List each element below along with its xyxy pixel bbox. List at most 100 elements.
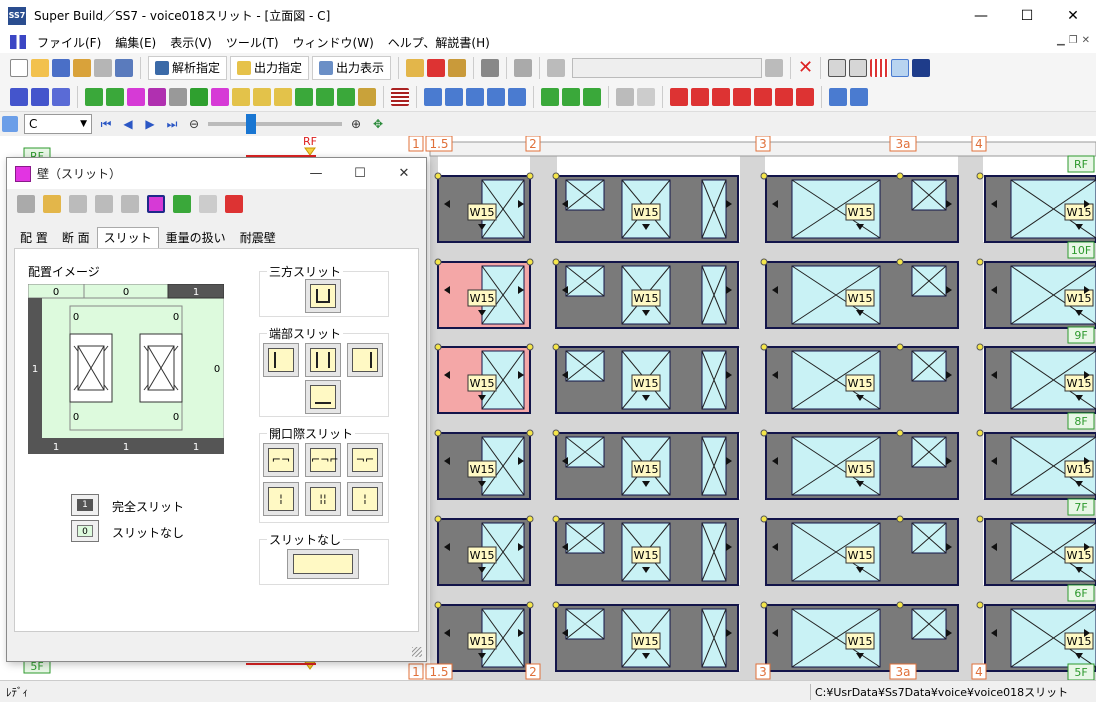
frame-icon[interactable]: [10, 87, 28, 106]
grid-icon[interactable]: [870, 58, 889, 77]
tab-shear-wall[interactable]: 耐震壁: [233, 227, 283, 248]
tab-section[interactable]: 断 面: [55, 227, 97, 248]
analysis-settings-button[interactable]: 解析指定: [148, 55, 228, 80]
mdi-minimize-icon[interactable]: ▁: [1057, 35, 1065, 46]
load-left-icon[interactable]: [225, 195, 243, 213]
menu-help[interactable]: ヘルプ、解説書(H): [381, 34, 497, 51]
end-slit-left-button[interactable]: [263, 343, 299, 377]
stamp-icon[interactable]: [448, 58, 467, 77]
opening-slit-5-button[interactable]: ¦¦: [305, 482, 341, 516]
zoom-slider[interactable]: [208, 114, 342, 134]
stair-icon[interactable]: [358, 87, 376, 106]
sort-x-icon[interactable]: [95, 195, 113, 213]
mail-icon[interactable]: [274, 87, 292, 106]
node-icon[interactable]: [424, 87, 442, 106]
opening-slit-4-button[interactable]: ¦: [263, 482, 299, 516]
dialog-minimize-button[interactable]: —: [294, 158, 338, 189]
menu-window[interactable]: ウィンドウ(W): [286, 34, 381, 51]
node2-icon[interactable]: [445, 87, 463, 106]
opening-slit-3-button[interactable]: ¬⌐: [347, 443, 383, 477]
three-side-slit-button[interactable]: [305, 279, 341, 313]
frame-select[interactable]: C ▼: [24, 114, 92, 134]
link-icon[interactable]: [199, 195, 217, 213]
green-frame-icon[interactable]: [173, 195, 191, 213]
last-frame-icon[interactable]: ⏭: [164, 117, 180, 132]
maximize-button[interactable]: ☐: [1004, 0, 1050, 31]
tab-placement[interactable]: 配 置: [13, 227, 55, 248]
view-toggle-icon[interactable]: [2, 116, 18, 132]
first-frame-icon[interactable]: ⏮: [98, 117, 114, 132]
beam-member-icon[interactable]: [106, 87, 124, 106]
support-icon[interactable]: [541, 87, 559, 106]
image-icon[interactable]: [17, 195, 35, 213]
support3-icon[interactable]: [583, 87, 601, 106]
open-data-icon[interactable]: [52, 58, 70, 77]
no-slit-button[interactable]: [287, 549, 359, 579]
opening-slit-1-button[interactable]: ⌐¬: [263, 443, 299, 477]
print-icon[interactable]: [481, 58, 500, 77]
wall-slit-icon[interactable]: [148, 87, 166, 106]
end-slit-both-button[interactable]: [305, 343, 341, 377]
sort-xy-icon[interactable]: [69, 195, 87, 213]
end-slit-right-button[interactable]: [347, 343, 383, 377]
prev-frame-icon[interactable]: ◀: [120, 117, 136, 131]
load-icon[interactable]: [253, 87, 271, 106]
column-icon[interactable]: [52, 87, 70, 106]
lock-icon[interactable]: [73, 58, 91, 77]
node5-icon[interactable]: [508, 87, 526, 106]
pan-icon[interactable]: ✥: [370, 117, 386, 131]
load-right-icon[interactable]: [754, 87, 772, 106]
load-down2-icon[interactable]: [691, 87, 709, 106]
history-combo[interactable]: [572, 57, 763, 78]
slab-icon[interactable]: [211, 87, 229, 106]
green-member3-icon[interactable]: [337, 87, 355, 106]
export-icon[interactable]: [514, 58, 533, 77]
save-as-icon[interactable]: [115, 58, 133, 77]
link-icon[interactable]: [637, 87, 655, 106]
node3-icon[interactable]: [466, 87, 484, 106]
resize-grip-icon[interactable]: [412, 647, 422, 657]
minimize-button[interactable]: —: [958, 0, 1004, 31]
spring-icon[interactable]: [829, 87, 847, 106]
green-member2-icon[interactable]: [316, 87, 334, 106]
zoom-out-icon[interactable]: ⊖: [186, 117, 202, 131]
menu-view[interactable]: 表示(V): [163, 34, 219, 51]
mdi-restore-icon[interactable]: ❐: [1069, 35, 1078, 46]
window-icon[interactable]: [828, 58, 847, 77]
node4-icon[interactable]: [487, 87, 505, 106]
window2-icon[interactable]: [849, 58, 868, 77]
menu-file[interactable]: ファイル(F): [30, 34, 108, 51]
menu-tools[interactable]: ツール(T): [219, 34, 286, 51]
zoom-slider-thumb[interactable]: [246, 114, 256, 134]
menu-edit[interactable]: 編集(E): [108, 34, 163, 51]
wall-member-icon[interactable]: [127, 87, 145, 106]
column-member-icon[interactable]: [85, 87, 103, 106]
load-down4-icon[interactable]: [775, 87, 793, 106]
save-icon[interactable]: [94, 58, 112, 77]
brace-icon[interactable]: [190, 87, 208, 106]
elevation-view-icon[interactable]: [891, 58, 910, 77]
dialog-close-button[interactable]: ✕: [382, 158, 426, 189]
output-settings-button[interactable]: 出力指定: [230, 55, 310, 80]
frame2-icon[interactable]: [31, 87, 49, 106]
next-frame-icon[interactable]: ▶: [142, 117, 158, 131]
open-folder-icon[interactable]: [31, 58, 49, 77]
zoom-in-icon[interactable]: ⊕: [348, 117, 364, 131]
wall-member-icon[interactable]: [147, 195, 165, 213]
tab-weight[interactable]: 重量の扱い: [159, 227, 233, 248]
spring2-icon[interactable]: [850, 87, 868, 106]
edit-note-icon[interactable]: [43, 195, 61, 213]
opening-icon[interactable]: [169, 87, 187, 106]
undo-icon[interactable]: [547, 58, 566, 77]
green-member-icon[interactable]: [295, 87, 313, 106]
load-point-icon[interactable]: [712, 87, 730, 106]
house-icon[interactable]: [616, 87, 634, 106]
pen-icon[interactable]: [232, 87, 250, 106]
opening-slit-2-button[interactable]: ⌐¬⌐: [305, 443, 341, 477]
close-button[interactable]: ✕: [1050, 0, 1096, 31]
new-file-icon[interactable]: [10, 58, 28, 77]
load-down-icon[interactable]: [670, 87, 688, 106]
settings-icon[interactable]: [912, 58, 931, 77]
dialog-maximize-button[interactable]: ☐: [338, 158, 382, 189]
output-display-button[interactable]: 出力表示: [312, 55, 392, 80]
